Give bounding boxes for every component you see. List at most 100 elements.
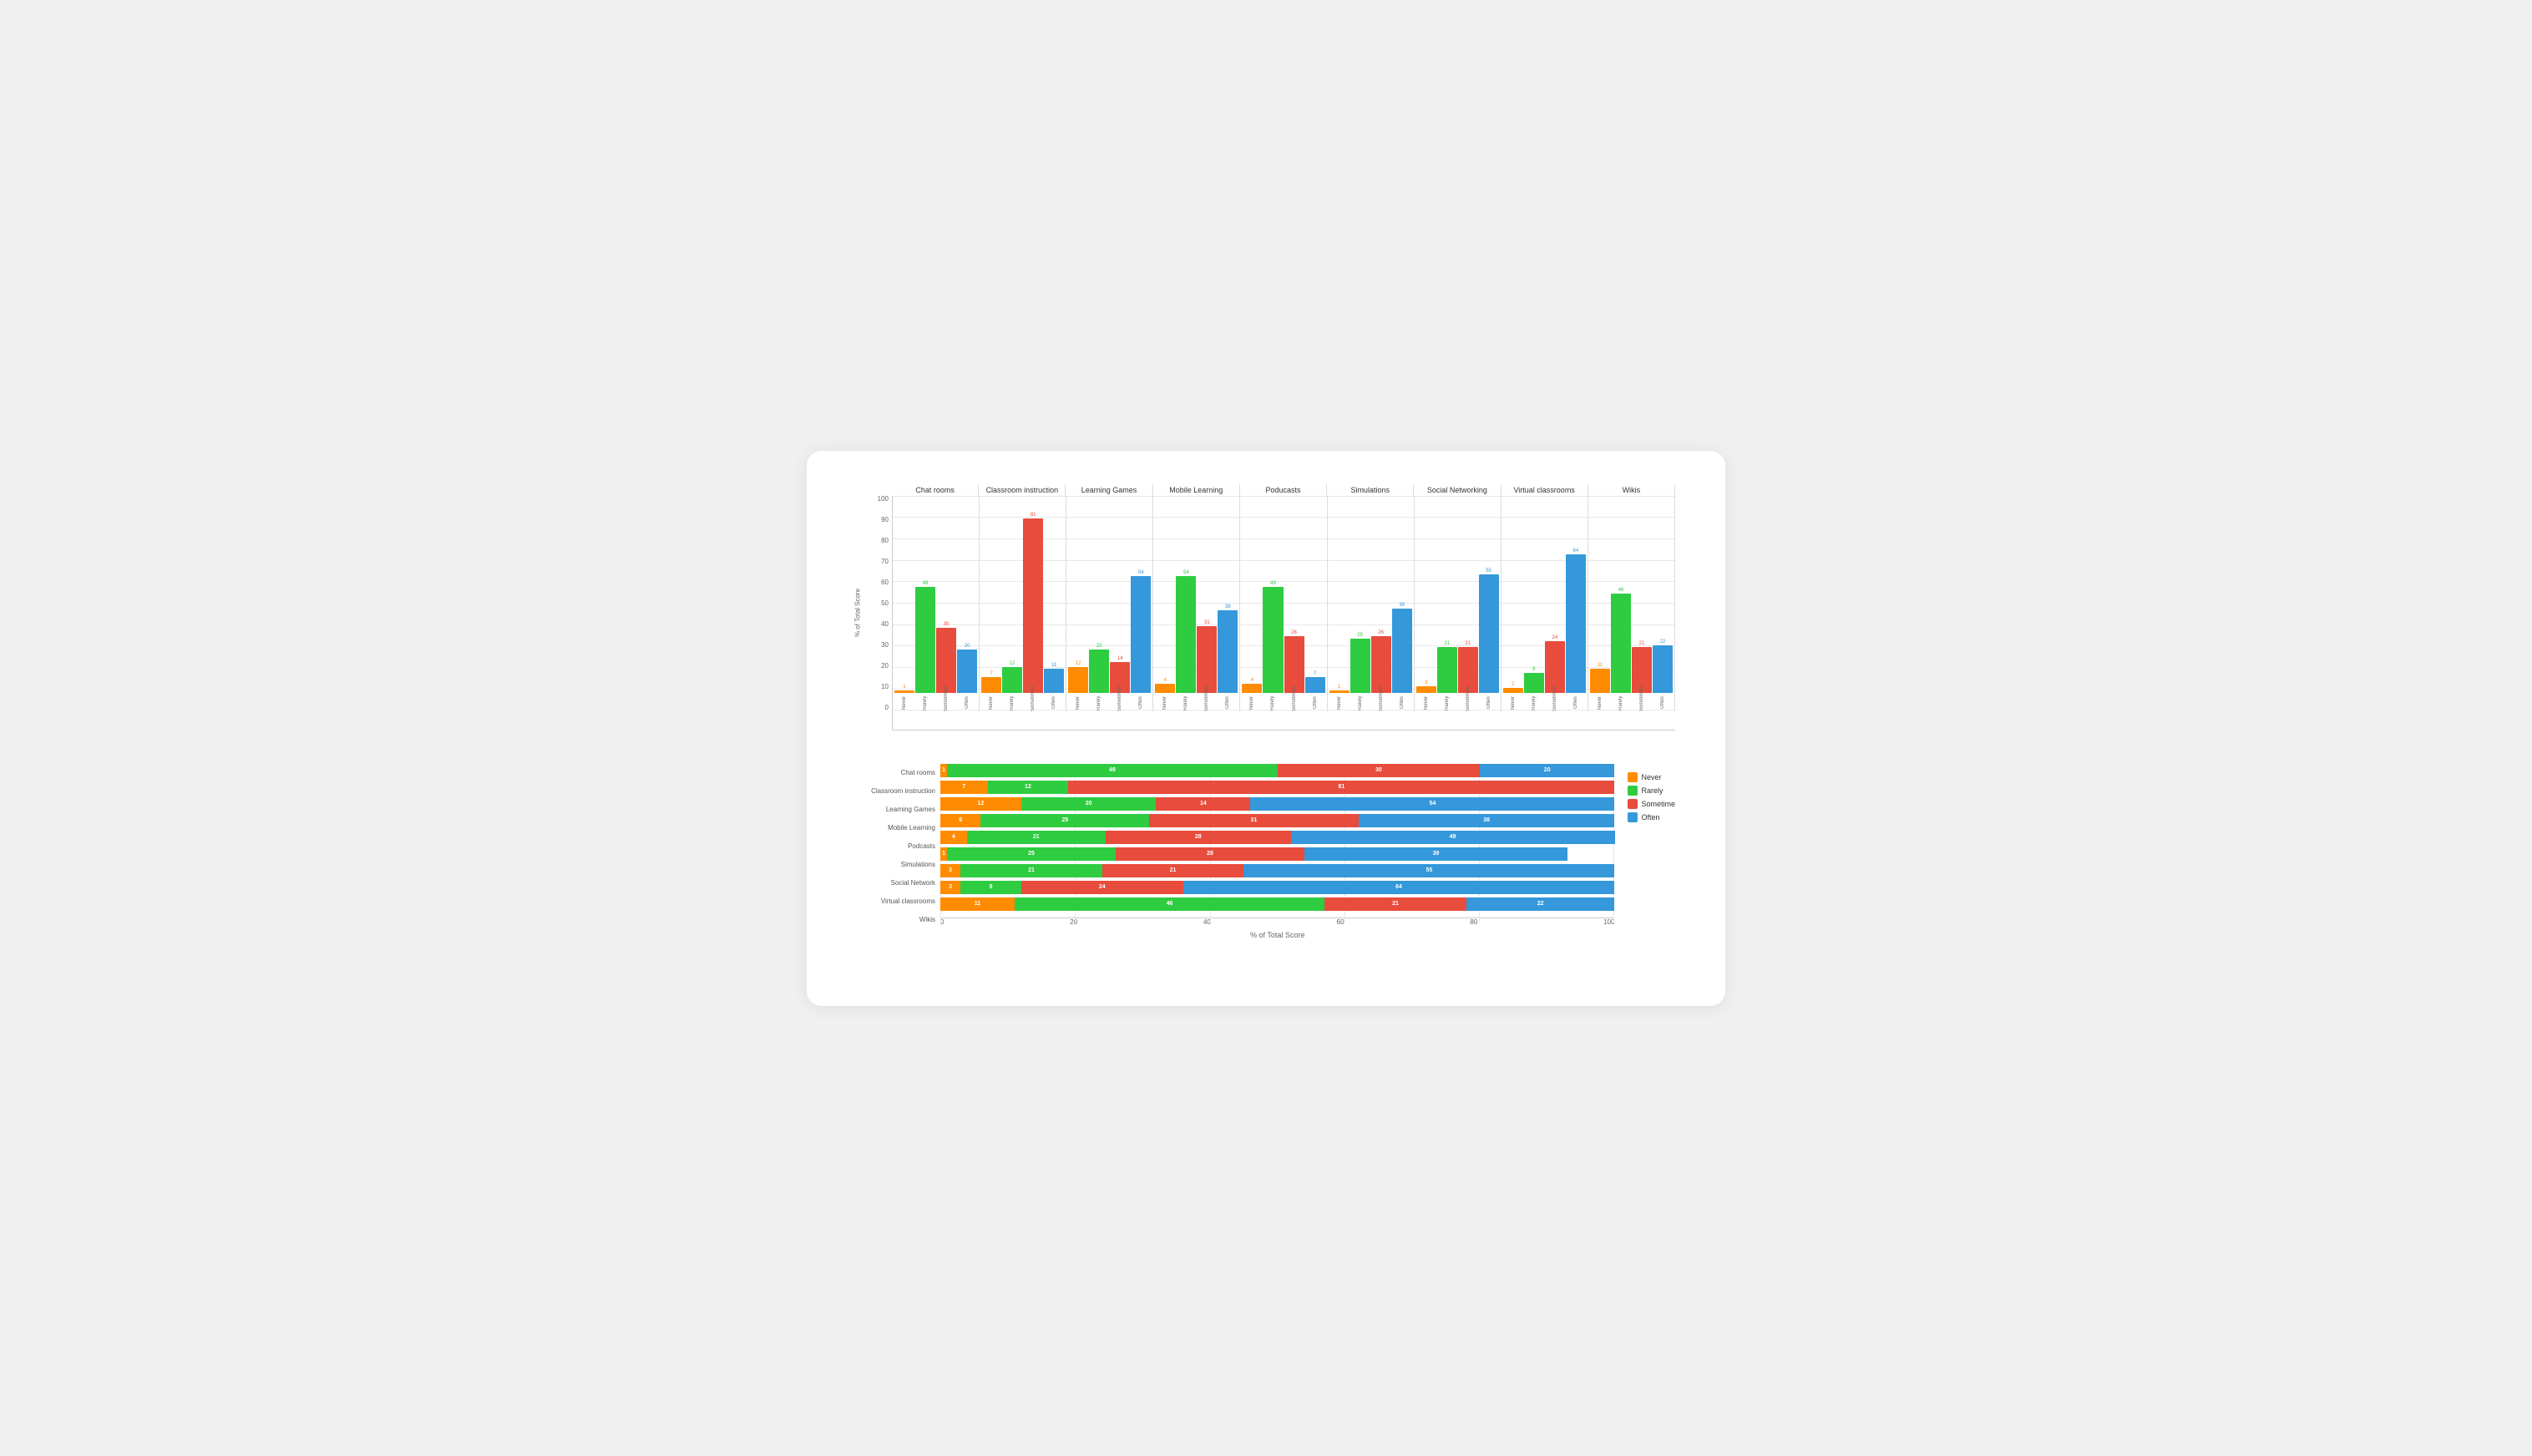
stacked-bar-container: 71281 — [940, 781, 1614, 794]
stacked-segment-rarely: 20 — [1021, 797, 1156, 811]
bar-wrap: 4Never — [1242, 496, 1262, 711]
bar-group: 3Never21Rarely21Sometimes55Often — [1415, 496, 1501, 711]
stacked-x-tick: 40 — [1203, 918, 1211, 926]
bar — [981, 677, 1001, 692]
bar-group: 4Never54Rarely31Sometimes38Often — [1153, 496, 1240, 711]
bar-sublabel: Often — [965, 695, 970, 711]
bar — [1089, 650, 1109, 693]
stacked-segment-rarely: 21 — [967, 831, 1106, 844]
bar — [1023, 518, 1043, 693]
bar — [1545, 641, 1565, 693]
bar-wrap: 2Never — [1503, 496, 1523, 711]
bar-sublabel: Rarely — [1183, 695, 1188, 711]
bar-value-label: 14 — [1117, 656, 1123, 661]
stacked-x-tick: 20 — [1070, 918, 1077, 926]
legend-label: Sometime — [1641, 800, 1675, 808]
bar-wrap: 38Often — [1218, 496, 1238, 711]
stacked-segment-often: 49 — [1291, 831, 1615, 844]
bar-wrap: 49 Rarely — [915, 496, 935, 711]
bar-sublabel: Sometimes — [1117, 695, 1122, 711]
bar — [1590, 669, 1610, 692]
stacked-chart-wrapper: Chat roomsClassroom instructionLearning … — [857, 764, 1614, 939]
grouped-chart-wrapper: Chat roomsClassroom instructionLearning … — [857, 484, 1675, 731]
bar-sublabel: Sometimes — [1292, 695, 1297, 711]
bar-sublabel: Sometimes — [1552, 695, 1557, 711]
stacked-segment-never: 6 — [940, 814, 980, 827]
bar-value-label: 4 — [1251, 678, 1253, 683]
stacked-row-label: Social Network — [857, 874, 940, 892]
bar — [1524, 673, 1544, 692]
bar-value-label: 54 — [1138, 570, 1144, 575]
bar-sublabel: Never — [1598, 695, 1603, 711]
bar-value-label: 20 — [1096, 644, 1102, 649]
bar-value-label: 7 — [1314, 671, 1316, 676]
bar-sublabel: Rarely — [1270, 695, 1275, 711]
bar-value-label: 30 — [944, 622, 950, 627]
bar-sublabel: Often — [1400, 695, 1405, 711]
bar-sublabel: Often — [1486, 695, 1491, 711]
y-tick: 100 — [878, 496, 889, 503]
y-tick: 80 — [881, 538, 889, 544]
bar-value-label: 1 — [903, 685, 905, 690]
bar — [1242, 684, 1262, 692]
grouped-header: Chat roomsClassroom instructionLearning … — [857, 484, 1675, 496]
stacked-segment-often: 39 — [1304, 847, 1567, 861]
stacked-row-label: Chat rooms — [857, 764, 940, 782]
bar-sublabel: Often — [1660, 695, 1665, 711]
y-axis: 0102030405060708090100 — [857, 496, 892, 730]
bar-wrap: 22Often — [1653, 496, 1673, 711]
bar — [1131, 576, 1151, 692]
bar-wrap: 21Rarely — [1437, 496, 1457, 711]
y-tick: 70 — [881, 559, 889, 565]
chart-body: 0102030405060708090100 % of Total Score … — [857, 496, 1675, 731]
bar-value-label: 21 — [1465, 641, 1471, 646]
bar-wrap: 24Sometimes — [1545, 496, 1565, 711]
stacked-segment-rarely: 21 — [960, 864, 1102, 877]
stacked-segment-never: 1 — [940, 764, 947, 777]
stacked-row-label: Wikis — [857, 911, 940, 929]
bar-wrap: 4Never — [1155, 496, 1175, 711]
bar-wrap: 39 Often — [1392, 496, 1412, 711]
bar-sublabel: Often — [1051, 695, 1056, 711]
stacked-segment-never: 12 — [940, 797, 1021, 811]
group-header-label: Chat rooms — [892, 484, 979, 496]
bar-value-label: 4 — [1164, 678, 1167, 683]
stacked-x-tick: 100 — [1603, 918, 1614, 926]
group-header-label: Classroom instruction — [979, 484, 1066, 496]
bar-wrap: 12Rarely — [1002, 496, 1022, 711]
stacked-segment-never: 7 — [940, 781, 988, 794]
grouped-plot-area: 1Never49Rarely30Sometimes20Often7Never12… — [892, 496, 1675, 731]
legend-item: Rarely — [1628, 786, 1675, 796]
legend-item: Often — [1628, 812, 1675, 822]
stacked-bar-row: 392464 — [940, 881, 1614, 894]
stacked-segment-sometime: 21 — [1324, 897, 1466, 911]
stacked-segment-rarely: 46 — [1015, 897, 1324, 911]
bar-wrap: 54Rarely — [1176, 496, 1196, 711]
stacked-bar-chart-section: Chat roomsClassroom instructionLearning … — [857, 764, 1675, 939]
bar-sublabel: Never — [902, 695, 907, 711]
stacked-bar-container: 6253138 — [940, 814, 1614, 827]
bar-wrap: 7Often — [1305, 496, 1325, 711]
group-header-label: Learning Games — [1066, 484, 1152, 496]
stacked-segment-rarely: 49 — [947, 764, 1278, 777]
bar — [1371, 636, 1391, 692]
bar-sublabel: Rarely — [923, 695, 928, 711]
bar-sublabel: Rarely — [1010, 695, 1015, 711]
stacked-segment-sometime: 14 — [1156, 797, 1250, 811]
bar-value-label: 49 — [923, 581, 929, 586]
stacked-bar-row: 4212849 — [940, 831, 1614, 844]
bar-wrap: 1Never — [1329, 496, 1350, 711]
y-tick: 0 — [885, 705, 889, 711]
stacked-segment-never: 3 — [940, 881, 960, 894]
stacked-segment-sometime: 30 — [1278, 764, 1480, 777]
group-header-label: Wikis — [1588, 484, 1675, 496]
bar-value-label: 7 — [990, 671, 992, 676]
bar-wrap: 64Often — [1566, 496, 1586, 711]
stacked-segment-sometime: 31 — [1149, 814, 1358, 827]
stacked-x-axis: 020406080100 — [940, 918, 1614, 926]
bar-value-label: 26 — [1378, 630, 1384, 635]
stacked-row-label: Simulations — [857, 856, 940, 874]
bar-value-label: 39 — [1399, 603, 1405, 608]
stacked-segment-rarely: 25 — [947, 847, 1116, 861]
bar-group: 1Never25Rarely26Sometimes39Often — [1328, 496, 1415, 711]
